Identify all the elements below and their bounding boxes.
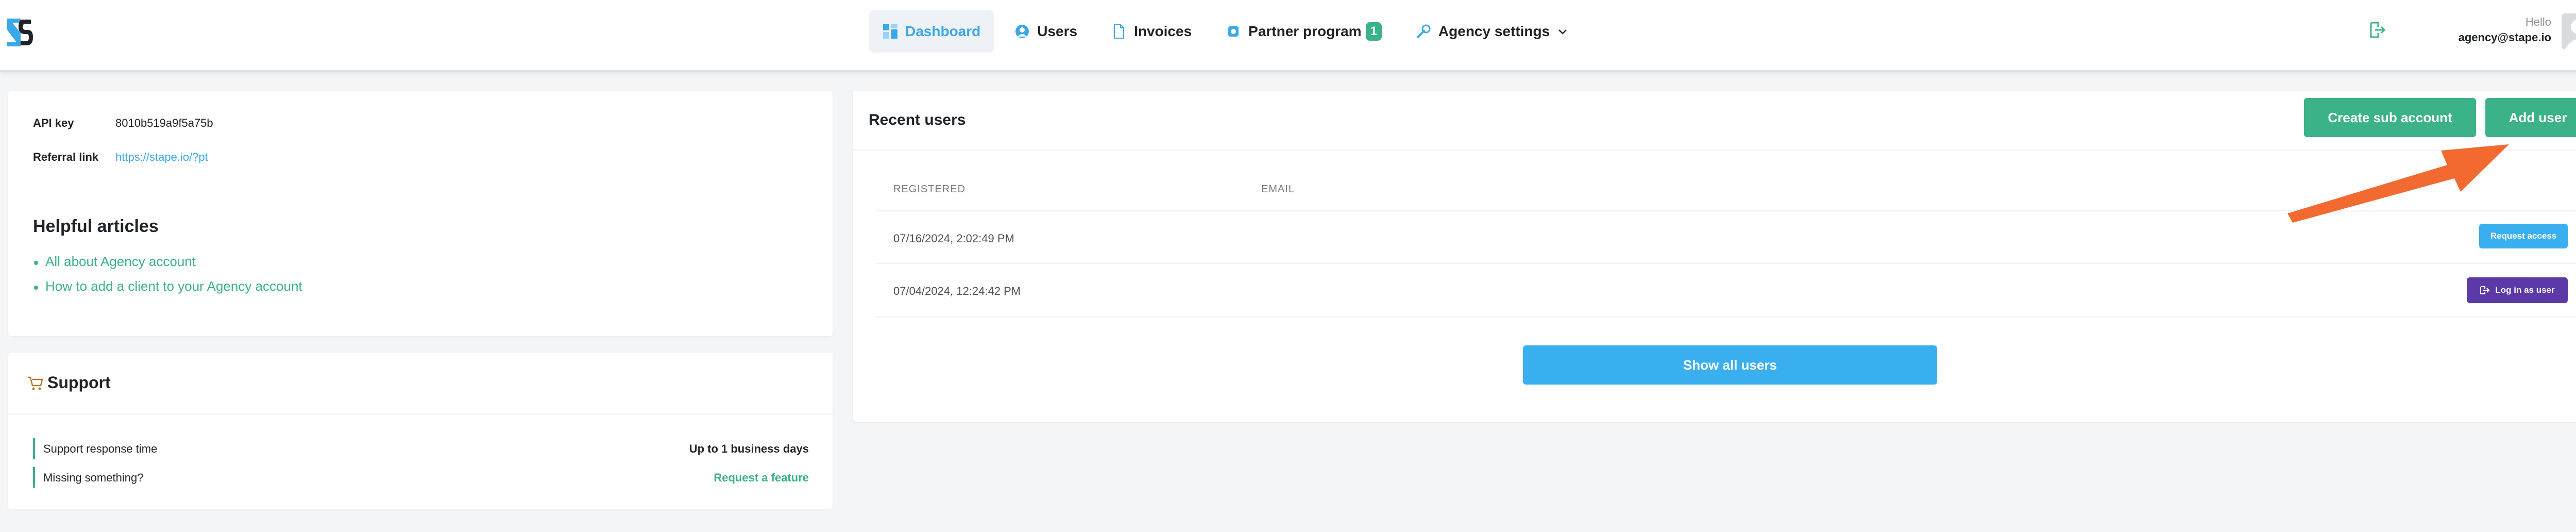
request-feature-link[interactable]: Request a feature bbox=[714, 471, 809, 485]
users-icon bbox=[1015, 25, 1029, 38]
wrench-icon bbox=[1416, 24, 1431, 38]
agency-info-card: API key 8010b519a9f5a75b Referral link h… bbox=[8, 91, 833, 336]
add-user-button[interactable]: Add user bbox=[2485, 98, 2576, 137]
divider bbox=[8, 413, 833, 414]
support-title: Support bbox=[47, 373, 111, 392]
cart-icon bbox=[28, 376, 43, 390]
nav-dashboard[interactable]: Dashboard bbox=[869, 10, 994, 53]
create-sub-account-button[interactable]: Create sub account bbox=[2304, 98, 2476, 137]
invoice-icon bbox=[1114, 24, 1125, 39]
avatar-icon bbox=[2565, 20, 2576, 49]
table-divider bbox=[876, 263, 2576, 264]
support-response-value: Up to 1 business days bbox=[689, 442, 809, 455]
nav-users[interactable]: Users bbox=[1001, 10, 1091, 53]
top-navigation-bar: Dashboard Users Invoices Partner program bbox=[0, 0, 2576, 72]
bullet bbox=[34, 286, 38, 290]
helpful-articles-title: Helpful articles bbox=[33, 217, 159, 236]
nav-agency-settings[interactable]: Agency settings bbox=[1402, 10, 1582, 53]
registered-date: 07/04/2024, 12:24:42 PM bbox=[893, 285, 1021, 297]
support-row-indicator bbox=[33, 438, 35, 459]
table-divider bbox=[876, 317, 2576, 318]
nav-dashboard-label: Dashboard bbox=[905, 23, 981, 39]
chevron-down-icon bbox=[1558, 29, 1567, 35]
log-in-as-user-button[interactable]: Log in as user bbox=[2467, 277, 2568, 303]
main-navigation: Dashboard Users Invoices Partner program bbox=[869, 10, 1589, 53]
api-key-value[interactable]: 8010b519a9f5a75b bbox=[115, 117, 213, 130]
nav-partner-program-label: Partner program bbox=[1248, 23, 1362, 39]
article-link-agency-account[interactable]: All about Agency account bbox=[45, 254, 196, 270]
nav-invoices-label: Invoices bbox=[1134, 23, 1192, 39]
registered-date: 07/16/2024, 2:02:49 PM bbox=[893, 232, 1014, 245]
user-email: agency@stape.io bbox=[2458, 31, 2551, 44]
dashboard-icon bbox=[883, 24, 897, 39]
nav-agency-settings-label: Agency settings bbox=[1438, 23, 1550, 39]
api-key-label: API key bbox=[33, 117, 74, 129]
login-icon bbox=[2480, 286, 2490, 294]
nav-partner-program[interactable]: Partner program 1 bbox=[1212, 10, 1395, 53]
missing-something-label: Missing something? bbox=[43, 471, 144, 484]
partner-icon bbox=[1228, 26, 1239, 37]
avatar[interactable] bbox=[2562, 13, 2576, 49]
stape-logo-icon[interactable] bbox=[7, 19, 33, 46]
logout-icon[interactable] bbox=[2366, 20, 2386, 40]
column-header-email[interactable]: EMAIL bbox=[1261, 184, 1295, 195]
annotation-arrow-icon bbox=[2287, 144, 2509, 223]
support-card: Support Support response time Up to 1 bu… bbox=[8, 353, 833, 509]
support-row-indicator bbox=[33, 467, 35, 488]
article-link-add-client[interactable]: How to add a client to your Agency accou… bbox=[45, 278, 302, 294]
partner-program-badge: 1 bbox=[1365, 22, 1382, 41]
referral-link[interactable]: https://stape.io/?pt bbox=[115, 151, 208, 164]
request-access-button[interactable]: Request access bbox=[2479, 224, 2568, 248]
referral-link-label: Referral link bbox=[33, 151, 99, 163]
greeting-text: Hello bbox=[2525, 15, 2551, 28]
recent-users-title: Recent users bbox=[869, 111, 966, 128]
column-header-registered[interactable]: REGISTERED bbox=[893, 184, 965, 195]
bullet bbox=[34, 261, 38, 265]
nav-invoices[interactable]: Invoices bbox=[1098, 10, 1205, 53]
show-all-users-button[interactable]: Show all users bbox=[1523, 345, 1937, 385]
support-response-label: Support response time bbox=[43, 442, 158, 455]
log-in-as-user-label: Log in as user bbox=[2495, 285, 2555, 295]
nav-users-label: Users bbox=[1037, 23, 1078, 39]
